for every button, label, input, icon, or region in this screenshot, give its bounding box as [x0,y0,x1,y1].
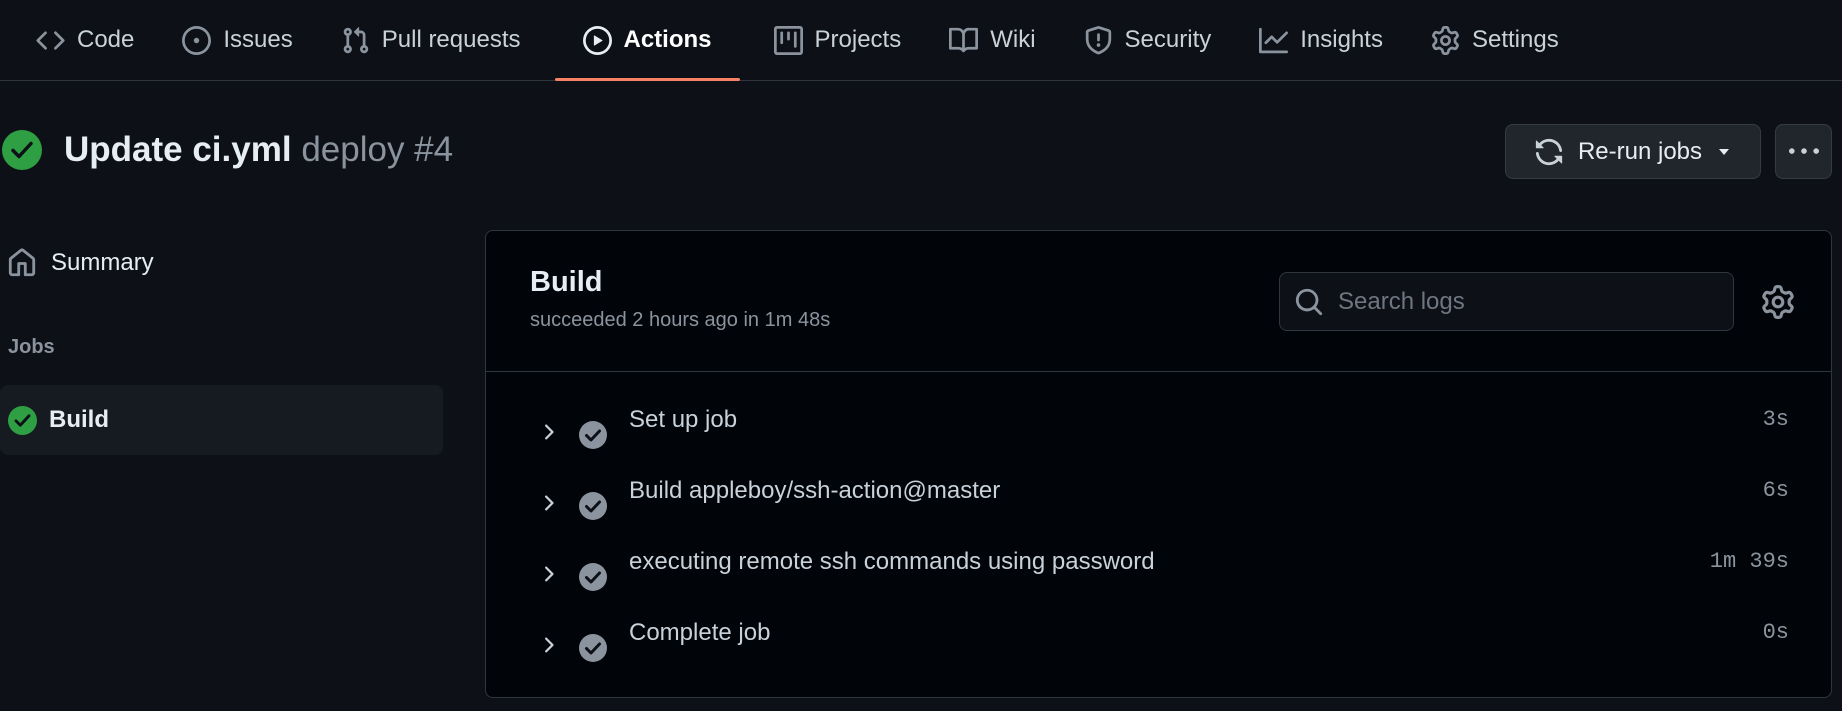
step-name: executing remote ssh commands using pass… [629,547,1155,575]
shield-icon [1084,25,1113,55]
job-log-panel: Build succeeded 2 hours ago in 1m 48s Se… [485,230,1832,698]
job-title: Build [530,266,603,298]
step-duration: 6s [1762,478,1789,503]
tab-pull-requests-label: Pull requests [381,26,521,53]
commit-title: Update ci.yml [64,130,292,169]
gear-icon [1761,285,1795,319]
tab-settings[interactable]: Settings [1417,0,1573,80]
job-status-text: succeeded 2 hours ago in 1m 48s [530,309,831,331]
workflow-run-number: deploy #4 [301,130,454,169]
tab-actions[interactable]: Actions [554,0,740,81]
tab-issues[interactable]: Issues [168,0,306,80]
job-steps-list: Set up job 3s Build appleboy/ssh-action@… [486,372,1831,668]
graph-icon [1259,26,1289,55]
sidebar-job-label: Build [49,406,109,433]
job-step[interactable]: executing remote ssh commands using pass… [486,526,1831,597]
step-duration: 1m 39s [1709,549,1789,574]
tab-code-label: Code [77,26,135,53]
kebab-horizontal-icon [1788,137,1819,167]
tab-settings-label: Settings [1471,26,1559,53]
tab-projects-label: Projects [814,26,902,53]
tab-pull-requests[interactable]: Pull requests [327,0,535,80]
run-header: Update ci.yml deploy #4 [2,130,453,170]
tab-wiki-label: Wiki [990,26,1036,53]
job-step[interactable]: Build appleboy/ssh-action@master 6s [486,455,1831,526]
step-duration: 0s [1762,620,1789,645]
tab-code[interactable]: Code [36,0,148,80]
tab-insights[interactable]: Insights [1245,0,1397,80]
repo-nav: Code Issues Pull requests Actions Projec… [0,0,1842,81]
triangle-down-icon [1716,144,1732,160]
step-name: Build appleboy/ssh-action@master [629,476,1001,504]
step-name: Complete job [629,618,771,646]
sidebar-item-summary[interactable]: Summary [7,248,154,278]
log-settings-button[interactable] [1761,285,1795,319]
job-step[interactable]: Complete job 0s [486,597,1831,668]
tab-issues-label: Issues [223,26,293,53]
book-icon [949,26,979,55]
sidebar-item-job-build[interactable]: Build [0,385,443,455]
pull-request-icon [341,26,370,55]
tab-security-label: Security [1124,26,1212,53]
tab-projects[interactable]: Projects [760,0,916,80]
home-icon [7,248,37,278]
success-check-icon [2,130,42,170]
more-options-button[interactable] [1775,124,1832,179]
issue-icon [182,25,212,55]
play-icon [582,25,612,55]
code-icon [36,26,65,55]
search-logs-input[interactable] [1338,287,1733,316]
tab-actions-label: Actions [623,26,712,53]
success-check-icon [8,405,37,435]
jobs-heading: Jobs [8,336,55,358]
sync-icon [1534,137,1564,167]
gear-icon [1431,25,1460,55]
job-log-header: Build succeeded 2 hours ago in 1m 48s [486,231,1831,372]
job-step[interactable]: Set up job 3s [486,384,1831,455]
search-logs-field[interactable] [1279,272,1734,331]
rerun-jobs-button[interactable]: Re-run jobs [1505,124,1761,179]
tab-insights-label: Insights [1300,26,1383,53]
tab-wiki[interactable]: Wiki [935,0,1049,80]
sidebar-item-summary-label: Summary [51,249,154,276]
project-icon [773,25,803,55]
search-icon [1294,287,1324,317]
step-name: Set up job [629,405,738,433]
tab-security[interactable]: Security [1070,0,1226,80]
page-title: Update ci.yml deploy #4 [64,130,453,170]
rerun-jobs-label: Re-run jobs [1577,137,1703,165]
step-duration: 3s [1762,407,1789,432]
